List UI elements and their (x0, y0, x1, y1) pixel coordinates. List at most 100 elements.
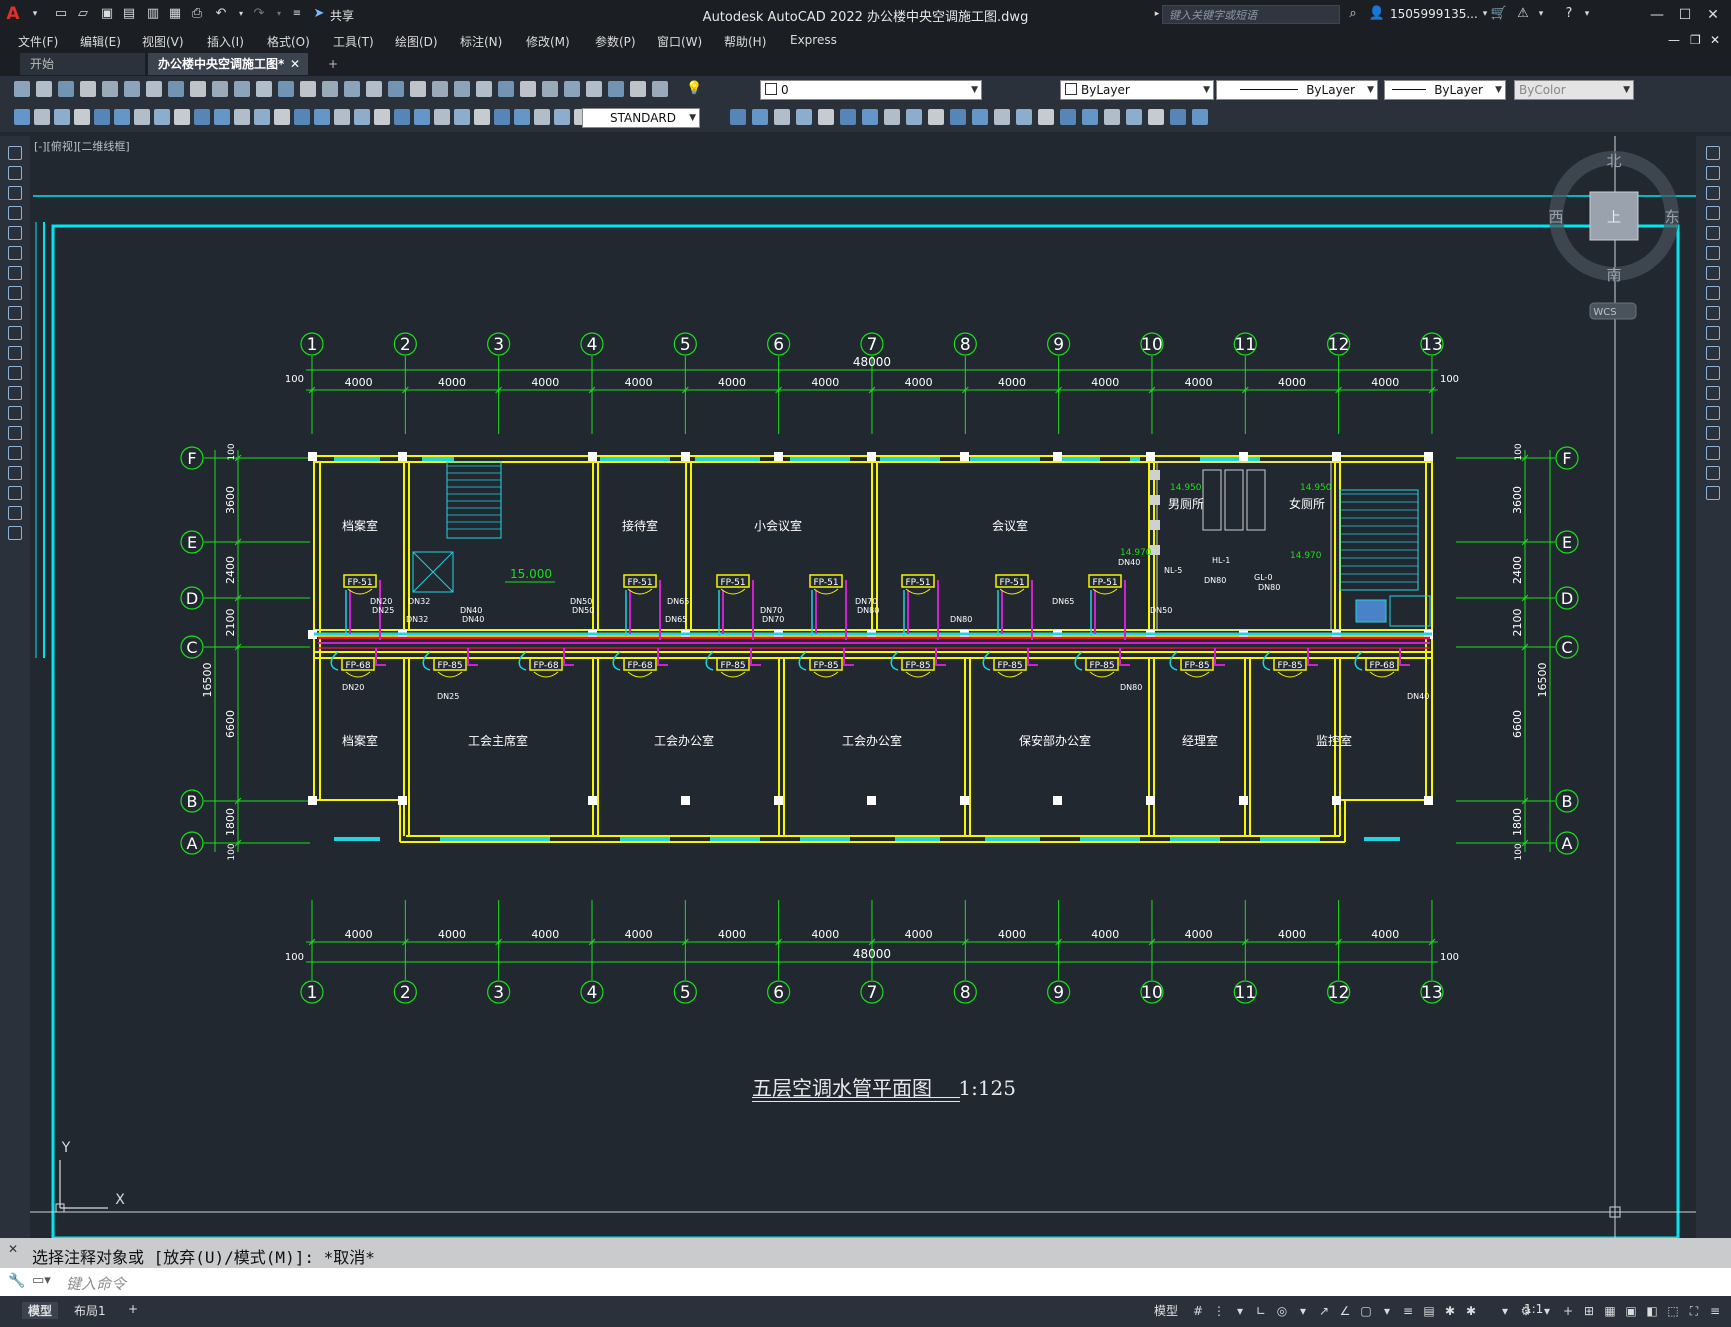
hardware-accel-icon[interactable]: ⬚ (1665, 1303, 1681, 1319)
axis-label-10: 10 (1141, 983, 1163, 1003)
pipe-size-label: DN80 (1120, 683, 1142, 692)
branch-pipe-bottom-cyan (422, 651, 431, 671)
fan-coil-diffuser (345, 671, 371, 678)
object-snap-tracking-icon[interactable]: ∠ (1337, 1303, 1353, 1319)
axis-label-C: C (1561, 638, 1572, 657)
urinal (1150, 470, 1160, 480)
command-close-icon[interactable]: ✕ (8, 1242, 18, 1256)
room-label: 工会办公室 (654, 733, 714, 748)
fan-coil-diffuser (1369, 671, 1395, 678)
structural-column (1239, 452, 1248, 461)
object-snap-icon[interactable]: ▢ (1358, 1303, 1374, 1319)
air-handler-frame (1389, 595, 1431, 627)
pipe-size-label: DN65 (667, 597, 689, 606)
structural-column (1424, 796, 1433, 805)
auto-scale-icon[interactable]: ✱ (1463, 1303, 1479, 1319)
room-label: 工会主席室 (468, 733, 528, 748)
isolate-icon[interactable]: ◧ (1644, 1303, 1660, 1319)
structural-column (1424, 452, 1433, 461)
wcs-label: WCS (1593, 307, 1616, 318)
tab-model[interactable]: 模型 (22, 1302, 59, 1319)
customize-icon[interactable]: ≡ (1707, 1303, 1723, 1319)
annotation-scale[interactable]: 1:1 (1524, 1302, 1543, 1316)
clean-screen-icon[interactable]: ⛶ (1686, 1303, 1702, 1319)
polar-icon[interactable]: ◎ (1274, 1303, 1290, 1319)
grid-icon[interactable]: # (1190, 1303, 1206, 1319)
room-label: 档案室 (342, 518, 378, 533)
lock-ui-icon[interactable]: ▣ (1623, 1303, 1639, 1319)
axis-label-6: 6 (773, 983, 784, 1003)
fan-coil-diffuser (1184, 671, 1210, 678)
branch-pipe-bottom (843, 648, 854, 666)
axis-label-E: E (187, 533, 197, 552)
fan-coil-label: FP-85 (1184, 661, 1209, 671)
total-dimension-text: 48000 (853, 947, 891, 961)
edge-dimension-text: 100 (227, 443, 237, 460)
tab-layout1[interactable]: 布局1 (74, 1302, 106, 1319)
command-input[interactable]: 键入命令 (66, 1273, 126, 1294)
drawing-scale: 1:125 (958, 1076, 1016, 1100)
edge-dimension-text: 100 (1440, 952, 1459, 963)
structural-column (867, 796, 876, 805)
fan-coil-diffuser (533, 671, 559, 678)
structural-column (1332, 452, 1341, 461)
units-icon[interactable]: ⊞ (1581, 1303, 1597, 1319)
axis-label-1: 1 (307, 983, 318, 1003)
polar-dropdown-icon[interactable]: ▾ (1295, 1303, 1311, 1319)
viewcube-east-label: 东 (1664, 208, 1679, 226)
structural-column (681, 796, 690, 805)
depth-dimension-text: 2100 (224, 609, 237, 637)
fan-coil-label: FP-68 (1369, 661, 1394, 671)
fan-coil-label: FP-85 (437, 661, 462, 671)
room-label: 小会议室 (754, 518, 802, 533)
structural-column (588, 452, 597, 461)
branch-pipe-bottom (1214, 648, 1225, 666)
recent-commands-icon[interactable]: ▭▾ (32, 1273, 51, 1288)
customize-icon[interactable]: 🔧 (8, 1273, 25, 1289)
bay-dimension-text: 4000 (1371, 928, 1399, 941)
quick-properties-icon[interactable]: ▦ (1602, 1303, 1618, 1319)
transparency-icon[interactable]: ▤ (1421, 1303, 1437, 1319)
fan-coil-diffuser (813, 671, 839, 678)
room-label: 工会办公室 (842, 733, 902, 748)
structural-column (308, 452, 317, 461)
annotation-scale-dropdown-icon[interactable]: ▾ (1497, 1303, 1513, 1319)
pipe-size-label: DN80 (857, 606, 879, 615)
elevation-label-small: 14.950 (1300, 483, 1332, 493)
fan-coil-label: FP-85 (1089, 661, 1114, 671)
axis-label-C: C (186, 638, 197, 657)
axis-label-9: 9 (1053, 335, 1064, 355)
edge-dimension-text: 100 (1514, 843, 1524, 860)
ortho-icon[interactable]: ∟ (1253, 1303, 1269, 1319)
branch-pipe-bottom-cyan (798, 651, 807, 671)
add-layout-button[interactable]: + (128, 1302, 138, 1316)
bay-dimension-text: 4000 (718, 928, 746, 941)
model-space-button[interactable]: 模型 (1154, 1302, 1178, 1319)
fan-coil-diffuser (627, 671, 653, 678)
elevation-label-small: 14.950 (1170, 483, 1202, 493)
axis-label-B: B (187, 792, 198, 811)
branch-pipe-bottom-cyan (612, 651, 621, 671)
isometric-icon[interactable]: ↗ (1316, 1303, 1332, 1319)
lineweight-icon[interactable]: ≡ (1400, 1303, 1416, 1319)
structural-column (1053, 796, 1062, 805)
branch-pipe-bottom (375, 648, 386, 666)
snap-dropdown-icon[interactable]: ▾ (1232, 1303, 1248, 1319)
snap-mode-icon[interactable]: ⋮ (1211, 1303, 1227, 1319)
elevation-label-small: 14.970 (1120, 548, 1152, 558)
object-snap-dropdown-icon[interactable]: ▾ (1379, 1303, 1395, 1319)
annotation-visibility-icon[interactable]: ✱ (1442, 1303, 1458, 1319)
depth-dimension-text: 1800 (224, 808, 237, 836)
structural-column (1146, 452, 1155, 461)
annotation-monitor-icon[interactable]: + (1560, 1303, 1576, 1319)
pipe-size-label: DN65 (1052, 597, 1074, 606)
command-line[interactable]: 🔧 ▭▾ 键入命令 (0, 1268, 1731, 1296)
bay-dimension-text: 4000 (1091, 376, 1119, 389)
fan-coil-label: FP-85 (997, 661, 1022, 671)
command-history: ✕ 选择注释对象或 [放弃(U)/模式(M)]: *取消* (0, 1238, 1731, 1268)
branch-pipe-bottom-cyan (330, 651, 339, 671)
riser-label: DN80 (1204, 576, 1226, 585)
bay-dimension-text: 4000 (1185, 928, 1213, 941)
viewport-controls-label[interactable]: [-][俯视][二维线框] (34, 138, 130, 154)
riser-label: NL-5 (1164, 566, 1182, 575)
